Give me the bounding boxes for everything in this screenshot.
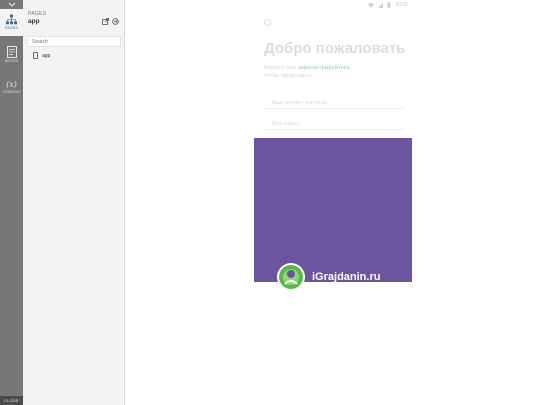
device-preview: 20:01 Добро пожаловать Войдите или зарег… (254, 0, 412, 291)
pages-panel: PAGES app app (23, 0, 125, 405)
close-button[interactable]: CLOSE (0, 396, 23, 405)
rail-console-label: CONSOLE (2, 90, 21, 94)
prototype-viewer: PAGES NOTES (x) CONSOLE CLOSE PAGES app (0, 0, 540, 405)
panel-caption: PAGES (28, 11, 47, 17)
register-link[interactable]: зарегистрируйтесь (298, 65, 350, 71)
signal-icon (378, 2, 384, 8)
export-icon[interactable] (102, 18, 109, 25)
password-field[interactable]: Ваш пароль (264, 118, 404, 130)
brand-logo: iGrajdanin.ru (276, 262, 380, 292)
project-name: app (28, 18, 40, 25)
brand-emblem-icon (277, 263, 305, 291)
notes-icon (6, 46, 17, 58)
battery-icon (387, 2, 391, 8)
status-time: 20:01 (395, 2, 408, 8)
login-field[interactable]: Ваш телефон или email (264, 97, 404, 109)
splash-overlay: iGrajdanin.ru (254, 138, 412, 291)
collapse-toggle[interactable] (0, 0, 23, 8)
phone-icon (33, 52, 38, 59)
sitemap-icon (6, 14, 17, 25)
rail-notes-label: NOTES (4, 59, 19, 63)
left-rail: PAGES NOTES (x) CONSOLE CLOSE (0, 0, 23, 405)
panel-toolbar (102, 18, 119, 25)
page-item-label: app (42, 52, 51, 59)
rail-pages-button[interactable]: PAGES (0, 9, 23, 36)
variable-icon: (x) (6, 80, 17, 89)
chevron-down-icon (8, 2, 15, 7)
search-input[interactable] (27, 36, 121, 47)
status-bar: 20:01 (368, 2, 408, 8)
welcome-title: Добро пожаловать (264, 40, 406, 57)
share-icon[interactable] (112, 18, 119, 25)
welcome-subtitle: Войдите или зарегистрируйтесь чтобы прод… (264, 64, 404, 80)
brand-name: iGrajdanin.ru (312, 271, 381, 283)
wifi-icon (368, 2, 375, 8)
rail-notes-button[interactable]: NOTES (0, 44, 23, 68)
logo-icon (264, 19, 271, 26)
subtitle-suffix: чтобы продолжить (264, 73, 312, 79)
subtitle-prefix: Войдите или (264, 65, 297, 71)
rail-pages-label: PAGES (5, 26, 18, 30)
page-list-item[interactable]: app (33, 52, 50, 59)
rail-console-button[interactable]: (x) CONSOLE (0, 80, 23, 102)
